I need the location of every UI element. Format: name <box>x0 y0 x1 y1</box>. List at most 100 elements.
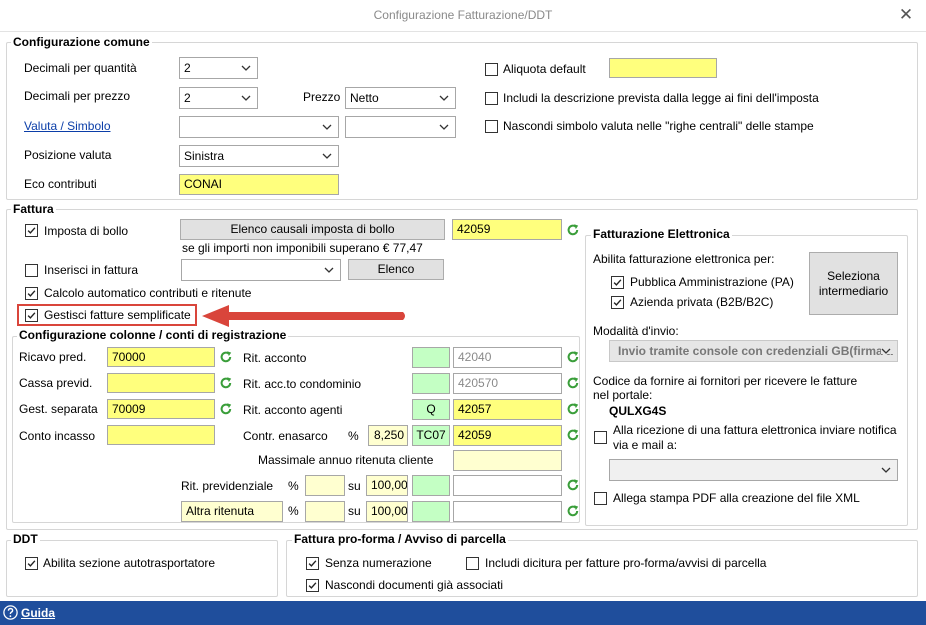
seleziona-intermediario-button[interactable]: Seleziona intermediario <box>809 252 898 315</box>
inserisci-label: Inserisci in fattura <box>44 263 139 277</box>
prezzo-select[interactable]: Netto <box>345 87 456 109</box>
dec-qty-select[interactable]: 2 <box>179 57 258 79</box>
notifica-line1: Alla ricezione di una fattura elettronic… <box>613 423 897 437</box>
refresh-icon[interactable] <box>566 504 580 518</box>
posizione-value: Sinistra <box>184 149 225 163</box>
bollo-checkbox[interactable] <box>25 224 38 237</box>
chevron-down-icon <box>881 460 893 473</box>
rit-condominio-code[interactable] <box>412 373 450 394</box>
nascondi-simbolo-label: Nascondi simbolo valuta nelle "righe cen… <box>503 119 814 133</box>
includi-desc-checkbox[interactable] <box>485 92 498 105</box>
refresh-icon[interactable] <box>219 350 233 364</box>
calcolo-checkbox[interactable] <box>25 287 38 300</box>
codice-line1: Codice da fornire ai fornitori per ricev… <box>593 374 858 388</box>
enasarco-pct-field[interactable]: 8,250 <box>368 425 408 446</box>
codice-line2: nel portale: <box>593 388 653 402</box>
rit-agenti-code[interactable]: Q <box>412 399 450 420</box>
window-title: Configurazione Fatturazione/DDT <box>373 8 553 22</box>
dec-qty-value: 2 <box>184 61 191 75</box>
altra-code[interactable] <box>412 501 450 522</box>
massimale-field[interactable] <box>453 450 562 471</box>
refresh-icon[interactable] <box>219 402 233 416</box>
help-icon[interactable] <box>3 605 18 620</box>
seleziona-line2: intermediario <box>818 284 889 298</box>
notifica-checkbox[interactable] <box>594 431 607 444</box>
bollo-note: se gli importi non imponibili superano €… <box>182 241 423 255</box>
chevron-down-icon <box>241 88 253 101</box>
group-title-conti: Configurazione colonne / conti di regist… <box>17 328 289 342</box>
elenco-causali-button[interactable]: Elenco causali imposta di bollo <box>180 219 445 240</box>
eco-label: Eco contributi <box>24 177 97 191</box>
chevron-down-icon <box>241 58 253 71</box>
aliquota-field[interactable] <box>609 58 717 78</box>
incasso-field[interactable] <box>107 425 215 445</box>
rit-prev-code[interactable] <box>412 475 450 496</box>
rit-acconto-label: Rit. acconto <box>243 351 307 365</box>
group-title-proforma: Fattura pro-forma / Avviso di parcella <box>292 532 508 546</box>
notifica-email-select[interactable] <box>609 459 898 481</box>
seleziona-line1: Seleziona <box>827 269 880 283</box>
rit-prev-base-field[interactable]: 100,00 <box>366 475 408 496</box>
altra-pct-field[interactable] <box>305 501 345 522</box>
inserisci-checkbox[interactable] <box>25 264 38 277</box>
gest-field[interactable]: 70009 <box>107 399 215 419</box>
dec-price-select[interactable]: 2 <box>179 87 258 109</box>
rit-condominio-field[interactable]: 420570 <box>453 373 562 394</box>
valuta-select[interactable] <box>179 116 339 138</box>
altra-base-field[interactable]: 100,00 <box>366 501 408 522</box>
group-title-comune: Configurazione comune <box>11 35 152 49</box>
refresh-icon[interactable] <box>566 376 580 390</box>
chevron-down-icon <box>322 117 334 130</box>
includi-desc-label: Includi la descrizione prevista dalla le… <box>503 91 819 105</box>
senza-numerazione-checkbox[interactable] <box>306 557 319 570</box>
refresh-icon[interactable] <box>566 402 580 416</box>
altra-field[interactable] <box>453 501 562 522</box>
modalita-value: Invio tramite console con credenziali GB… <box>618 344 893 358</box>
rit-agenti-label: Rit. acconto agenti <box>243 403 343 417</box>
autotrasp-checkbox[interactable] <box>25 557 38 570</box>
rit-prev-field[interactable] <box>453 475 562 496</box>
nascondi-doc-checkbox[interactable] <box>306 579 319 592</box>
aliquota-checkbox[interactable] <box>485 63 498 76</box>
refresh-icon[interactable] <box>566 478 580 492</box>
posizione-select[interactable]: Sinistra <box>179 145 339 167</box>
b2b-checkbox[interactable] <box>611 296 624 309</box>
chevron-down-icon <box>439 88 451 101</box>
enasarco-code[interactable]: TC07 <box>412 425 450 446</box>
semplificate-checkbox[interactable] <box>25 309 38 322</box>
valuta-simbolo-link[interactable]: Valuta / Simbolo <box>24 119 111 133</box>
bollo-code-field[interactable]: 42059 <box>452 219 562 240</box>
includi-proforma-checkbox[interactable] <box>466 557 479 570</box>
eco-field[interactable]: CONAI <box>179 174 339 195</box>
ricavo-field[interactable]: 70000 <box>107 347 215 367</box>
red-arrow-icon <box>202 305 405 327</box>
close-icon[interactable]: ✕ <box>896 4 916 26</box>
gest-label: Gest. separata <box>19 402 98 416</box>
rit-prev-su: su <box>348 479 361 493</box>
title-separator <box>0 31 926 32</box>
guida-link[interactable]: Guida <box>21 606 55 620</box>
elenco-button[interactable]: Elenco <box>348 259 444 280</box>
modalita-select[interactable]: Invio tramite console con credenziali GB… <box>609 340 898 362</box>
altra-percent: % <box>288 504 299 518</box>
incasso-label: Conto incasso <box>19 429 96 443</box>
allega-checkbox[interactable] <box>594 492 607 505</box>
refresh-icon[interactable] <box>219 376 233 390</box>
refresh-icon[interactable] <box>566 428 580 442</box>
simbolo-select[interactable] <box>345 116 456 138</box>
pa-checkbox[interactable] <box>611 276 624 289</box>
enasarco-field[interactable]: 42059 <box>453 425 562 446</box>
abilita-fe-label: Abilita fatturazione elettronica per: <box>593 252 775 266</box>
rit-prev-pct-field[interactable] <box>305 475 345 496</box>
inserisci-select[interactable] <box>181 259 341 281</box>
nascondi-simbolo-checkbox[interactable] <box>485 120 498 133</box>
refresh-icon[interactable] <box>566 350 580 364</box>
prezzo-label: Prezzo <box>303 90 341 104</box>
refresh-icon[interactable] <box>566 223 580 237</box>
cassa-field[interactable] <box>107 373 215 393</box>
rit-acconto-code[interactable] <box>412 347 450 368</box>
altra-ritenuta-field[interactable]: Altra ritenuta <box>181 501 283 522</box>
rit-acconto-field[interactable]: 42040 <box>453 347 562 368</box>
rit-agenti-field[interactable]: 42057 <box>453 399 562 420</box>
dec-qty-label: Decimali per quantità <box>24 61 137 75</box>
